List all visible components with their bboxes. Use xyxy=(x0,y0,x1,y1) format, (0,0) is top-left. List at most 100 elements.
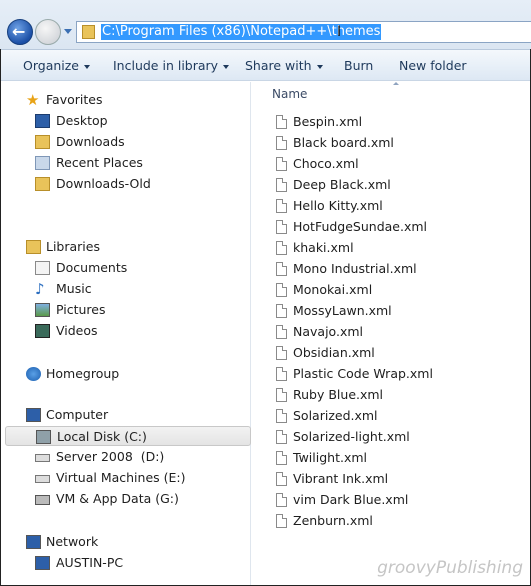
include-label: Include in library xyxy=(113,58,219,73)
recent-pages-dropdown[interactable] xyxy=(64,29,72,34)
network-icon xyxy=(26,535,41,549)
nav-documents[interactable]: Documents xyxy=(1,258,251,278)
windows-drive-icon xyxy=(36,430,51,444)
nav-label: Local Disk (C:) xyxy=(57,429,147,444)
back-button[interactable] xyxy=(7,19,33,45)
xml-file-icon xyxy=(276,304,287,318)
recent-places-icon xyxy=(35,156,50,170)
file-name: Navajo.xml xyxy=(293,324,363,339)
xml-file-icon xyxy=(276,115,287,129)
watermark: groovyPublishing xyxy=(377,558,523,578)
include-in-library-button[interactable]: Include in library xyxy=(113,58,230,73)
downloads-folder-icon xyxy=(35,135,50,149)
file-name: Plastic Code Wrap.xml xyxy=(293,366,433,381)
nav-desktop[interactable]: Desktop xyxy=(1,111,251,131)
redacted-area xyxy=(26,196,212,224)
file-name: Monokai.xml xyxy=(293,282,373,297)
file-name: HotFudgeSundae.xml xyxy=(293,219,428,234)
documents-icon xyxy=(35,261,50,275)
nav-label: Favorites xyxy=(46,92,103,107)
xml-file-icon xyxy=(276,136,287,150)
xml-file-icon xyxy=(276,409,287,423)
nav-favorites[interactable]: ★ Favorites xyxy=(1,90,251,110)
file-name: Ruby Blue.xml xyxy=(293,387,384,402)
file-name: vim Dark Blue.xml xyxy=(293,492,409,507)
nav-label: Computer xyxy=(46,407,109,422)
xml-file-icon xyxy=(276,220,287,234)
nav-music[interactable]: ♪ Music xyxy=(1,279,251,299)
nav-label: Pictures xyxy=(56,302,106,317)
xml-file-icon xyxy=(276,388,287,402)
nav-label: Recent Places xyxy=(56,155,143,170)
text-cursor-icon: I xyxy=(337,24,342,40)
chevron-down-icon xyxy=(84,64,90,69)
nav-label: Homegroup xyxy=(46,366,120,381)
music-icon: ♪ xyxy=(35,280,45,298)
share-with-button[interactable]: Share with xyxy=(245,58,323,73)
xml-file-icon xyxy=(276,451,287,465)
folder-icon xyxy=(82,25,95,39)
computer-icon xyxy=(35,556,50,570)
file-name: Black board.xml xyxy=(293,135,394,150)
nav-server-2008-d[interactable]: Server 2008 (D:) xyxy=(1,447,251,467)
new-folder-button[interactable]: New folder xyxy=(399,58,467,73)
nav-label: AUSTIN-PC xyxy=(56,555,124,570)
nav-computer[interactable]: Computer xyxy=(1,405,251,425)
command-bar: Organize Include in library Share with B… xyxy=(1,49,530,81)
nav-videos[interactable]: Videos xyxy=(1,321,251,341)
nav-downloads-old[interactable]: Downloads-Old xyxy=(1,174,251,194)
file-name: Mono Industrial.xml xyxy=(293,261,417,276)
xml-file-icon xyxy=(276,430,287,444)
xml-file-icon xyxy=(276,262,287,276)
nav-homegroup[interactable]: Homegroup xyxy=(1,364,251,384)
xml-file-icon xyxy=(276,367,287,381)
nav-virtual-machines-e[interactable]: Virtual Machines (E:) xyxy=(1,468,251,488)
xml-file-icon xyxy=(276,157,287,171)
drive-icon xyxy=(35,475,50,483)
file-name: Hello Kitty.xml xyxy=(293,198,383,213)
navigation-pane: ★ Favorites Desktop Downloads Recent Plac… xyxy=(1,82,251,585)
xml-file-icon xyxy=(276,514,287,528)
homegroup-icon xyxy=(26,367,41,381)
folder-icon xyxy=(35,177,50,191)
nav-austin-pc[interactable]: AUSTIN-PC xyxy=(1,553,251,573)
nav-label: Downloads xyxy=(56,134,125,149)
nav-network[interactable]: Network xyxy=(1,532,251,552)
address-bar[interactable]: C:\Program Files (x86)\Notepad++\themes … xyxy=(76,21,531,43)
nav-libraries[interactable]: Libraries xyxy=(1,237,251,257)
nav-local-disk-c[interactable]: Local Disk (C:) xyxy=(5,426,251,446)
burn-button[interactable]: Burn xyxy=(344,58,373,73)
file-name: khaki.xml xyxy=(293,240,354,255)
chevron-down-icon xyxy=(316,64,323,69)
videos-icon xyxy=(35,324,50,338)
file-name: Bespin.xml xyxy=(293,114,363,129)
nav-label: Desktop xyxy=(56,113,108,128)
xml-file-icon xyxy=(276,241,287,255)
nav-vm-app-data-g[interactable]: VM & App Data (G:) xyxy=(1,489,251,509)
xml-file-icon xyxy=(276,178,287,192)
xml-file-icon xyxy=(276,346,287,360)
share-label: Share with xyxy=(245,58,312,73)
column-header-name[interactable]: Name xyxy=(272,87,307,101)
pictures-icon xyxy=(35,303,50,317)
computer-icon xyxy=(26,408,41,422)
nav-pictures[interactable]: Pictures xyxy=(1,300,251,320)
file-name: Deep Black.xml xyxy=(293,177,391,192)
nav-label: Music xyxy=(56,281,92,296)
title-area: C:\Program Files (x86)\Notepad++\themes … xyxy=(0,0,531,49)
xml-file-icon xyxy=(276,472,287,486)
sort-ascending-icon xyxy=(393,82,399,85)
nav-recent-places[interactable]: Recent Places xyxy=(1,153,251,173)
forward-button[interactable] xyxy=(35,19,61,45)
network-drive-icon xyxy=(35,495,50,505)
file-name: Zenburn.xml xyxy=(293,513,373,528)
nav-label: VM & App Data (G:) xyxy=(56,491,179,506)
file-name: Solarized-light.xml xyxy=(293,429,410,444)
star-icon: ★ xyxy=(26,91,40,109)
nav-label: Documents xyxy=(56,260,128,275)
nav-label: Virtual Machines (E:) xyxy=(56,470,186,485)
nav-downloads[interactable]: Downloads xyxy=(1,132,251,152)
file-name: Vibrant Ink.xml xyxy=(293,471,389,486)
nav-label: Videos xyxy=(56,323,98,338)
organize-button[interactable]: Organize xyxy=(23,58,90,73)
